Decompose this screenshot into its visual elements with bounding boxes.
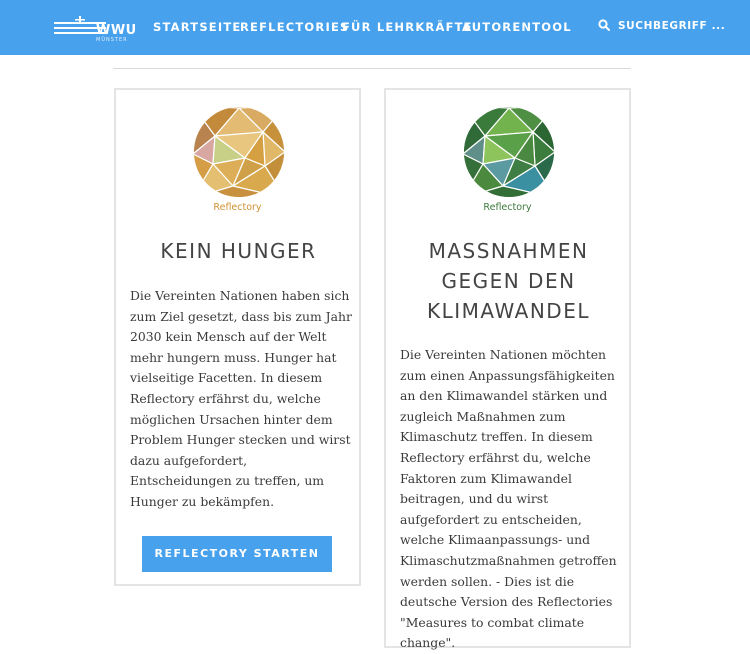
content-divider (113, 68, 631, 69)
card-title-line: KEIN HUNGER (160, 239, 317, 263)
reflectory-badge: Reflectory (386, 103, 629, 215)
card-description: Die Vereinten Nationen haben sich zum Zi… (130, 288, 352, 509)
card-title-line: GEGEN DEN (441, 269, 576, 293)
card-description: Die Vereinten Nationen möchten zum einen… (400, 347, 617, 651)
card-title-line: KLIMAWANDEL (426, 299, 590, 323)
reflectory-badge: Reflectory (116, 103, 359, 215)
badge-label: Reflectory (213, 202, 262, 213)
search-icon (598, 19, 610, 31)
card-title-line: MASSNAHMEN (428, 239, 589, 263)
search-field[interactable]: SUCHBEGRIFF ... (598, 19, 725, 32)
start-reflectory-button[interactable]: REFLECTORY STARTEN (142, 536, 332, 572)
reflectory-card-kein-hunger: Reflectory KEIN HUNGER Die Vereinten Nat… (114, 88, 361, 586)
nav-link-reflectories[interactable]: REFLECTORIES (240, 20, 349, 34)
polygon-globe-icon (464, 107, 554, 197)
nav-link-startseite[interactable]: STARTSEITE (153, 20, 241, 34)
logo-text: WWU (96, 23, 137, 38)
nav-link-fuer-lehrkraefte[interactable]: FÜR LEHRKRÄFTE (342, 20, 473, 34)
logo-subtext: MÜNSTER (96, 37, 128, 43)
reflectory-card-klimawandel: Reflectory MASSNAHMEN GEGEN DEN KLIMAWAN… (384, 88, 631, 650)
badge-label: Reflectory (483, 202, 532, 213)
nav-link-autorentool[interactable]: AUTORENTOOL (462, 20, 572, 34)
search-placeholder: SUCHBEGRIFF ... (618, 20, 726, 32)
top-navigation-bar: WWU MÜNSTER STARTSEITE REFLECTORIES FÜR … (0, 0, 750, 55)
polygon-globe-icon (194, 107, 284, 197)
card-title: KEIN HUNGER (126, 236, 351, 266)
card-title: MASSNAHMEN GEGEN DEN KLIMAWANDEL (396, 236, 621, 326)
